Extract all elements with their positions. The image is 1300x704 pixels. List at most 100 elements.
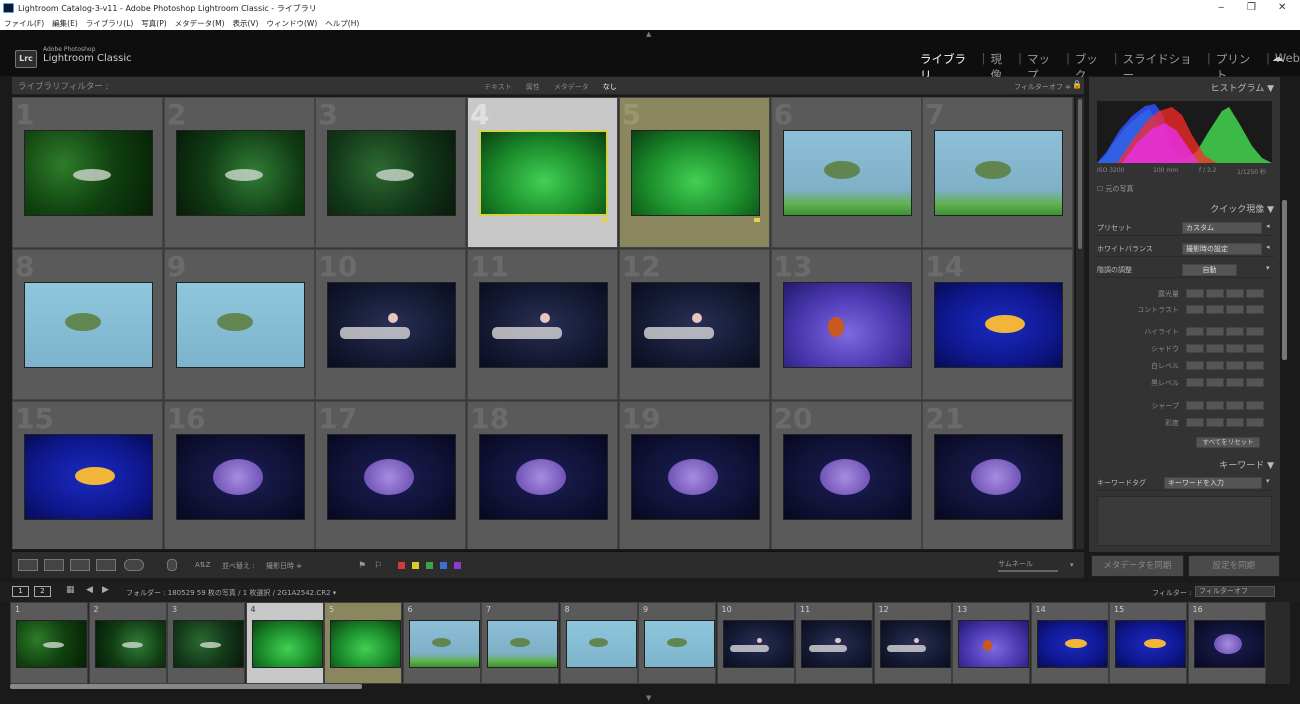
reset-all-button[interactable]: すべてをリセット <box>1196 437 1260 448</box>
adjust-button[interactable] <box>1186 344 1204 353</box>
filter-tab-text[interactable]: テキスト <box>484 82 512 92</box>
filmstrip-thumbnail[interactable] <box>958 620 1029 668</box>
adjust-button[interactable] <box>1186 418 1204 427</box>
quick-develop-header[interactable]: クイック現像 ▼ <box>1210 202 1274 215</box>
sync-metadata-button[interactable]: メタデータを同期 <box>1091 555 1184 577</box>
filmstrip-thumbnail[interactable] <box>173 620 244 668</box>
filmstrip-thumbnail[interactable] <box>1193 620 1265 668</box>
grid-cell[interactable]: 7 <box>922 97 1074 248</box>
adjust-button[interactable] <box>1226 344 1244 353</box>
filmstrip-cell[interactable]: 15 <box>1109 602 1187 684</box>
thumbnail[interactable] <box>630 434 760 520</box>
sort-dropdown[interactable]: 撮影日時 ≑ <box>266 561 302 571</box>
filmstrip-cell[interactable]: 7 <box>481 602 559 684</box>
thumbnail[interactable] <box>24 434 153 520</box>
adjust-button[interactable] <box>1206 327 1224 336</box>
adjust-button[interactable] <box>1226 418 1244 427</box>
filter-preset-dropdown[interactable]: フィルターオフ ≑ <box>1014 82 1071 92</box>
grid-view-icon[interactable] <box>18 559 38 571</box>
thumbnail[interactable] <box>782 282 912 368</box>
thumbnail[interactable] <box>24 282 153 368</box>
forward-arrow-icon[interactable]: ▶ <box>102 585 109 595</box>
grid-scrollbar[interactable] <box>1076 97 1084 549</box>
grid-cell[interactable]: 4 <box>467 97 619 248</box>
filmstrip-thumbnail[interactable] <box>16 620 87 668</box>
preset-dropdown[interactable]: カスタム <box>1182 222 1262 234</box>
grid-cell[interactable]: 5 <box>618 97 770 248</box>
thumbnail[interactable] <box>934 130 1064 216</box>
red-label-swatch[interactable] <box>398 562 405 569</box>
thumbnail[interactable] <box>327 282 457 368</box>
filmstrip-thumbnail[interactable] <box>722 620 794 668</box>
grid-cell[interactable]: 20 <box>770 401 922 549</box>
filmstrip-thumbnail[interactable] <box>408 620 480 668</box>
filter-tab-attribute[interactable]: 属性 <box>526 82 540 92</box>
minimize-button[interactable]: ‒ <box>1218 2 1224 13</box>
histogram-header[interactable]: ヒストグラム ▼ <box>1210 81 1274 94</box>
green-label-swatch[interactable] <box>426 562 433 569</box>
flag-icon[interactable]: ⚑ <box>358 561 366 571</box>
grid-mini-icon[interactable]: ▦ <box>66 585 75 595</box>
adjust-button[interactable] <box>1246 305 1264 314</box>
filmstrip-scrollbar[interactable] <box>10 684 362 689</box>
filmstrip-thumbnail[interactable] <box>94 620 166 668</box>
auto-tone-button[interactable]: 自動 <box>1182 264 1237 276</box>
keyword-tags-dropdown[interactable]: キーワードを入力 <box>1164 477 1262 489</box>
grid-cell[interactable]: 2 <box>163 97 315 248</box>
filmstrip-thumbnail[interactable] <box>801 620 872 668</box>
adjust-button[interactable] <box>1226 401 1244 410</box>
secondary-window-1[interactable]: 1 <box>12 586 29 597</box>
adjust-button[interactable] <box>1186 289 1204 298</box>
adjust-button[interactable] <box>1206 401 1224 410</box>
white-balance-collapse-icon[interactable]: ◂ <box>1266 243 1270 251</box>
adjust-button[interactable] <box>1186 327 1204 336</box>
white-balance-dropdown[interactable]: 撮影時の設定 <box>1182 243 1262 255</box>
yellow-label-swatch[interactable] <box>412 562 419 569</box>
grid-cell[interactable]: 10 <box>315 249 467 400</box>
filmstrip-cell[interactable]: 16 <box>1187 602 1266 684</box>
thumbnail[interactable] <box>479 282 609 368</box>
thumbnail[interactable] <box>630 130 760 216</box>
adjust-button[interactable] <box>1206 418 1224 427</box>
filter-tab-metadata[interactable]: メタデータ <box>554 82 589 92</box>
filmstrip-thumbnail[interactable] <box>565 620 637 668</box>
purple-label-swatch[interactable] <box>454 562 461 569</box>
grid-cell[interactable]: 21 <box>922 401 1074 549</box>
grid-cell[interactable]: 6 <box>770 97 922 248</box>
survey-view-icon[interactable] <box>96 559 116 571</box>
adjust-button[interactable] <box>1246 327 1264 336</box>
filmstrip-thumbnail[interactable] <box>330 620 401 668</box>
filmstrip-cell[interactable]: 6 <box>402 602 481 684</box>
grid-cell[interactable]: 8 <box>12 249 163 400</box>
thumbnail[interactable] <box>24 130 153 216</box>
adjust-button[interactable] <box>1226 378 1244 387</box>
adjust-button[interactable] <box>1226 305 1244 314</box>
filmstrip-thumbnail[interactable] <box>644 620 715 668</box>
adjust-button[interactable] <box>1226 361 1244 370</box>
menu-file[interactable]: ファイル(F) <box>4 18 44 29</box>
bottom-panel-toggle-icon[interactable]: ▼ <box>646 694 651 702</box>
adjust-button[interactable] <box>1246 418 1264 427</box>
reject-flag-icon[interactable]: ⚐ <box>374 561 382 571</box>
filmstrip-filter-dropdown[interactable]: フィルターオフ <box>1195 586 1275 597</box>
cloud-icon[interactable]: ☁ <box>1272 51 1283 64</box>
filmstrip-cell[interactable]: 12 <box>873 602 952 684</box>
menu-window[interactable]: ウィンドウ(W) <box>266 18 317 29</box>
filmstrip-thumbnail[interactable] <box>1115 620 1186 668</box>
menu-help[interactable]: ヘルプ(H) <box>325 18 359 29</box>
filter-tab-none[interactable]: なし <box>603 82 617 92</box>
adjust-button[interactable] <box>1246 401 1264 410</box>
adjust-button[interactable] <box>1186 401 1204 410</box>
filmstrip-cell[interactable]: 8 <box>559 602 638 684</box>
grid-cell[interactable]: 9 <box>163 249 315 400</box>
adjust-button[interactable] <box>1206 289 1224 298</box>
original-photo-checkbox[interactable]: ☐ 元の写真 <box>1097 184 1134 194</box>
menu-library[interactable]: ライブラリ(L) <box>86 18 134 29</box>
thumbnail[interactable] <box>479 434 609 520</box>
adjust-button[interactable] <box>1206 344 1224 353</box>
sync-settings-button[interactable]: 設定を同期 <box>1187 555 1280 577</box>
keyword-text-area[interactable] <box>1097 496 1272 546</box>
filmstrip-cell[interactable]: 13 <box>952 602 1030 684</box>
tone-expand-icon[interactable]: ▾ <box>1266 264 1270 272</box>
grid-cell[interactable]: 18 <box>467 401 619 549</box>
